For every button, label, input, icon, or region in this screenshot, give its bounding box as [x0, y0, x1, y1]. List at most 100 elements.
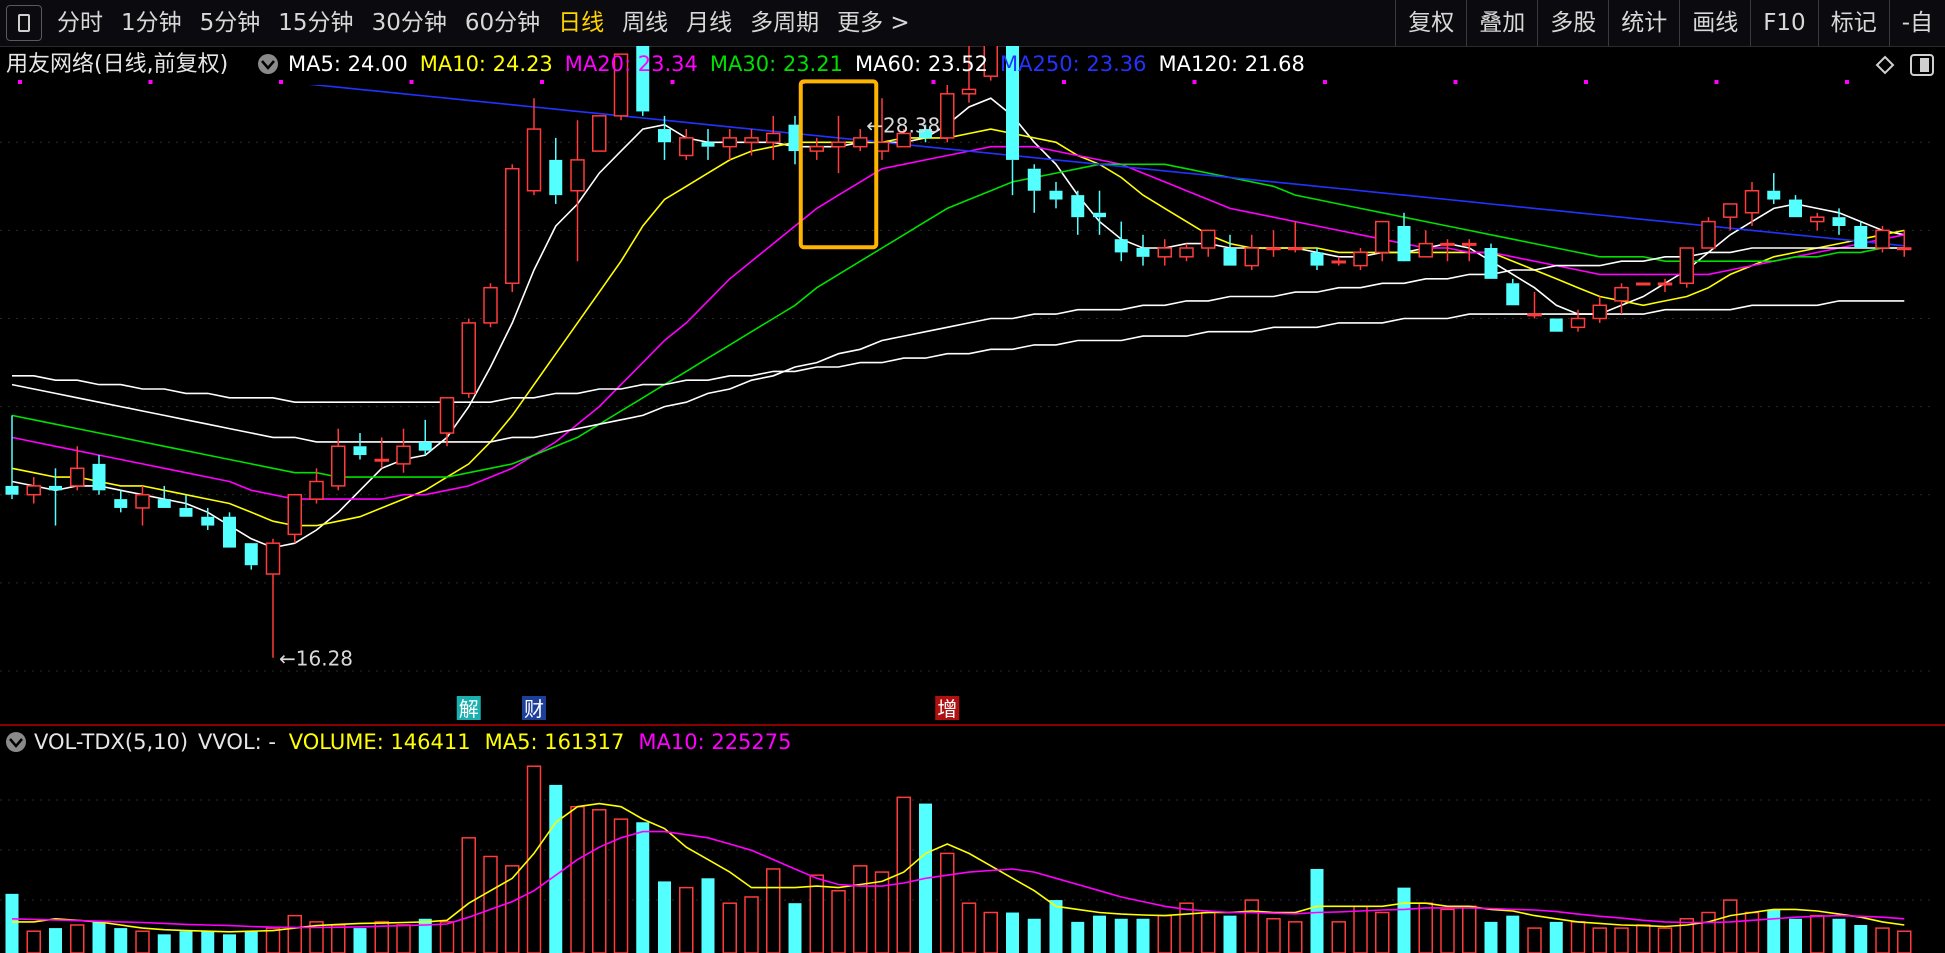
volume-bar — [1897, 930, 1912, 953]
event-dot — [670, 80, 675, 84]
candle — [1549, 318, 1563, 332]
ma-line-ma60 — [11, 247, 1905, 443]
event-dot — [409, 80, 414, 84]
volume-bar — [1832, 918, 1846, 953]
volume-bar — [49, 928, 62, 953]
volume-bar — [853, 865, 868, 953]
ma-line-ma120 — [12, 300, 1905, 404]
event-markers: 解财增 — [456, 696, 960, 721]
legend-ma20: MA20: 23.34 — [565, 52, 698, 76]
volume-bar — [961, 902, 977, 953]
diamond-icon[interactable] — [1875, 55, 1895, 75]
tool-button-4[interactable]: 画线 — [1679, 0, 1750, 46]
volume-bar — [244, 931, 258, 953]
sidebar-toggle-icon[interactable] — [6, 5, 42, 41]
volume-bar — [658, 881, 671, 953]
legend-vol-ma10: MA10: 225275 — [638, 730, 791, 754]
stock-title: 用友网络(日线,前复权) — [6, 52, 228, 77]
candle — [287, 493, 302, 544]
candle — [92, 455, 106, 495]
candle — [265, 538, 281, 658]
volume-bar — [26, 930, 41, 953]
volume-bar — [1157, 914, 1172, 953]
volume-bar — [331, 924, 346, 953]
candle — [701, 129, 715, 160]
event-marker[interactable]: 解 — [456, 696, 481, 721]
panel-toggle-icon[interactable] — [1910, 54, 1934, 76]
volume-ma5-line — [12, 802, 1905, 933]
event-dot — [1192, 80, 1197, 84]
tab-8[interactable]: 月线 — [677, 0, 741, 46]
tab-7[interactable]: 周线 — [613, 0, 677, 46]
event-dot — [1323, 80, 1327, 84]
candle — [1223, 234, 1237, 266]
tool-button-1[interactable]: 叠加 — [1466, 0, 1537, 46]
candle — [1157, 239, 1172, 266]
candle — [26, 477, 41, 504]
candle — [570, 120, 585, 262]
tool-buttons: 复权 叠加 多股 统计 画线 F10 标记 -自 — [1395, 0, 1945, 46]
volume-bar — [1810, 914, 1825, 953]
legend-toggle-icon[interactable] — [258, 54, 278, 74]
legend-ma120: MA120: 21.68 — [1158, 52, 1304, 76]
volume-bar — [983, 911, 998, 953]
legend-ma5: MA5: 24.00 — [288, 52, 408, 76]
event-dot — [148, 80, 153, 84]
candle — [1789, 195, 1802, 218]
event-marker[interactable]: 增 — [935, 696, 960, 721]
kline-chart: ←28.38←16.28 解 财 增 用友网络(日线,前复权) MA5: 24.00… — [0, 46, 1945, 953]
volume-legend: VOL-TDX(5,10) VVOL: - VOLUME: 146411 MA5: 1… — [6, 730, 792, 754]
candle — [853, 129, 868, 152]
volume-bar — [701, 878, 715, 953]
candle — [1592, 296, 1607, 323]
tab-2[interactable]: 5分钟 — [191, 0, 270, 46]
volume-bar — [483, 855, 498, 953]
tool-button-2[interactable]: 多股 — [1537, 0, 1608, 46]
legend-ma250: MA250: 23.36 — [1000, 52, 1146, 76]
volume-bar — [70, 924, 85, 953]
volume-bar — [1397, 887, 1411, 953]
vol-legend-toggle-icon[interactable] — [6, 732, 26, 752]
ma-line-ma250 — [308, 85, 1905, 247]
candle — [505, 164, 520, 293]
candle — [940, 85, 955, 143]
tab-10[interactable]: 更多 > — [828, 0, 919, 46]
volume-bar — [265, 927, 281, 953]
price-annotation: ←16.28 — [279, 647, 353, 671]
legend-ma60: MA60: 23.52 — [855, 52, 988, 76]
candle — [1875, 225, 1890, 253]
tool-button-5[interactable]: F10 — [1750, 0, 1818, 46]
tool-button-0[interactable]: 复权 — [1395, 0, 1466, 46]
volume-ma-lines — [11, 802, 1905, 933]
tab-4[interactable]: 30分钟 — [363, 0, 456, 46]
candle — [1527, 292, 1542, 319]
candle — [1201, 229, 1216, 257]
annotations: ←28.38←16.28 — [279, 79, 940, 671]
candle — [1049, 181, 1063, 209]
legend-ma10: MA10: 24.23 — [420, 52, 553, 76]
tab-1[interactable]: 1分钟 — [112, 0, 191, 46]
tab-5[interactable]: 60分钟 — [456, 0, 549, 46]
period-toolbar: 分时 1分钟 5分钟 15分钟 30分钟 60分钟 日线 周线 月线 多周期 更多 > 复权 叠加 多股… — [0, 0, 1945, 47]
candle — [526, 98, 542, 196]
tab-0[interactable]: 分时 — [48, 0, 112, 46]
event-marker[interactable]: 财 — [522, 696, 546, 721]
volume-bar — [570, 805, 585, 953]
candle — [244, 543, 258, 570]
tool-button-3[interactable]: 统计 — [1608, 0, 1679, 46]
tab-9[interactable]: 多周期 — [741, 0, 828, 46]
candle — [1397, 212, 1411, 262]
candle — [1679, 247, 1694, 288]
tab-3[interactable]: 15分钟 — [269, 0, 362, 46]
volume-bar — [1201, 911, 1216, 953]
tool-button-6[interactable]: 标记 — [1817, 0, 1889, 46]
tab-6[interactable]: 日线 — [549, 0, 613, 46]
volume-bar — [114, 928, 128, 953]
volume-bar — [5, 893, 19, 953]
tool-button-7[interactable]: -自 — [1888, 0, 1945, 46]
candle — [1723, 203, 1738, 231]
volume-bar — [1310, 868, 1324, 953]
candle — [1484, 243, 1498, 279]
volume-bar — [439, 921, 455, 953]
candle — [1071, 190, 1085, 235]
